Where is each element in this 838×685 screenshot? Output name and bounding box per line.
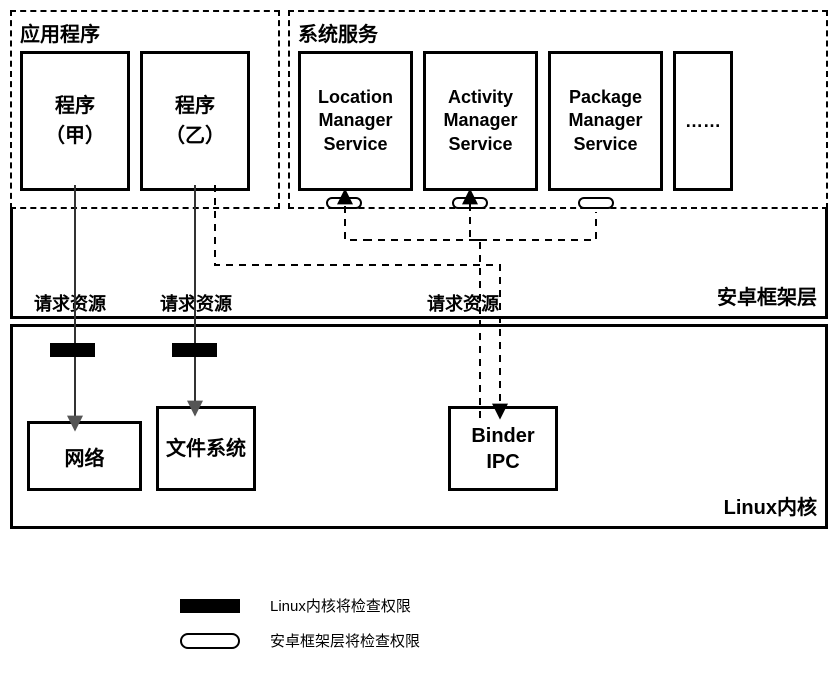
svc-act-3: Service	[448, 133, 512, 156]
linux-kernel-layer: 网络 文件 系统 Binder IPC Linux内核	[10, 324, 828, 529]
binder-ipc-box: Binder IPC	[448, 406, 558, 491]
applications-title: 应用程序	[20, 18, 270, 47]
framework-check-oval-activity	[452, 197, 488, 209]
app-a-box: 程序 （甲）	[20, 51, 130, 191]
legend-solid-bar-icon	[180, 599, 240, 613]
app-b-line1: 程序	[175, 91, 215, 121]
svc-pkg-3: Service	[573, 133, 637, 156]
request-label-3: 请求资源	[427, 290, 499, 316]
request-label-1: 请求资源	[34, 290, 106, 316]
legend: Linux内核将检查权限 安卓框架层将检查权限	[180, 595, 420, 665]
svc-act-2: Manager	[443, 109, 517, 132]
app-b-line2: （乙）	[165, 121, 225, 151]
legend-oval-label: 安卓框架层将检查权限	[270, 630, 420, 651]
app-a-line2: （甲）	[45, 121, 105, 151]
package-manager-service-box: Package Manager Service	[548, 51, 663, 191]
activity-manager-service-box: Activity Manager Service	[423, 51, 538, 191]
android-framework-layer: 安卓框架层	[10, 209, 828, 319]
app-b-box: 程序 （乙）	[140, 51, 250, 191]
app-a-line1: 程序	[55, 91, 95, 121]
applications-group: 应用程序 程序 （甲） 程序 （乙）	[10, 10, 280, 209]
legend-row-solid: Linux内核将检查权限	[180, 595, 420, 616]
system-services-group: 系统服务 Location Manager Service Activity M…	[288, 10, 828, 209]
svc-pkg-2: Manager	[568, 109, 642, 132]
fs-label-2: 系统	[206, 436, 246, 462]
more-services-box: ……	[673, 51, 733, 191]
svc-loc-2: Manager	[318, 109, 392, 132]
location-manager-service-box: Location Manager Service	[298, 51, 413, 191]
kernel-layer-label: Linux内核	[724, 491, 817, 520]
system-services-title: 系统服务	[298, 18, 818, 47]
network-label: 网络	[65, 442, 105, 471]
svc-loc-3: Service	[323, 133, 387, 156]
binder-label-1: Binder	[471, 423, 534, 449]
request-label-2: 请求资源	[160, 290, 232, 316]
framework-check-oval-package	[578, 197, 614, 209]
framework-layer-label: 安卓框架层	[717, 281, 817, 310]
legend-solid-label: Linux内核将检查权限	[270, 595, 411, 616]
network-box: 网络	[27, 421, 142, 491]
svc-loc-1: Location	[318, 86, 393, 109]
more-services-label: ……	[685, 111, 721, 132]
legend-row-oval: 安卓框架层将检查权限	[180, 630, 420, 651]
legend-hollow-oval-icon	[180, 633, 240, 649]
svc-act-1: Activity	[448, 86, 513, 109]
svc-pkg-1: Package	[569, 86, 642, 109]
filesystem-box: 文件 系统	[156, 406, 256, 491]
binder-label-2: IPC	[486, 449, 519, 475]
fs-label-1: 文件	[166, 436, 206, 462]
framework-check-oval-location	[326, 197, 362, 209]
